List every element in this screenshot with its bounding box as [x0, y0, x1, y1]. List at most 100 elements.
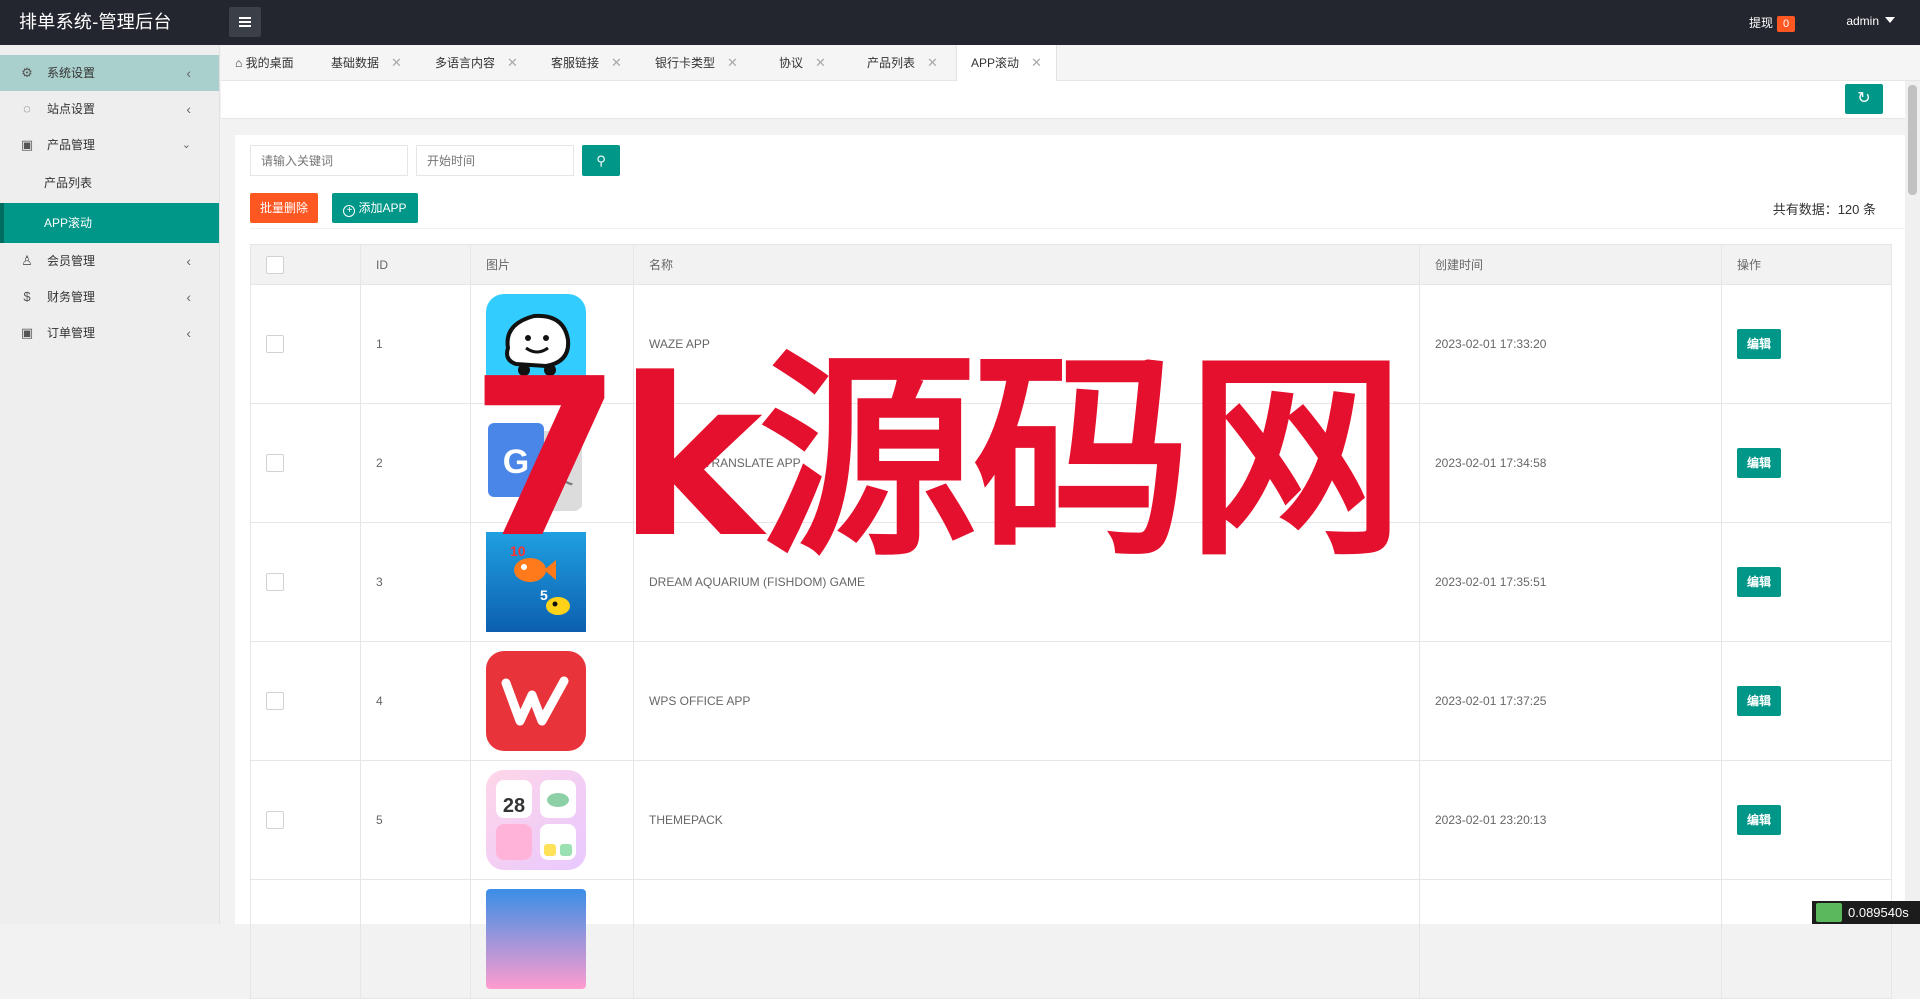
sidebar-item-label: 系统设置: [47, 66, 96, 80]
sidebar-item-finance-management[interactable]: $ 财务管理 ‹: [0, 279, 219, 315]
tab-product-list[interactable]: 产品列表 ✕: [867, 45, 938, 81]
close-icon[interactable]: ✕: [727, 55, 738, 70]
row-created: 2023-02-01 17:33:20: [1419, 284, 1722, 404]
row-checkbox[interactable]: [266, 692, 284, 710]
row-created: 2023-02-01 17:34:58: [1419, 403, 1722, 523]
debug-timer: 0.089540s: [1812, 901, 1920, 924]
sidebar-item-label: 会员管理: [47, 254, 96, 268]
home-icon: ⌂: [235, 56, 243, 70]
row-checkbox[interactable]: [266, 335, 284, 353]
tab-my-desktop[interactable]: ⌂ 我的桌面: [235, 45, 294, 81]
page-toolbar: ↻: [221, 81, 1905, 119]
row-checkbox[interactable]: [266, 573, 284, 591]
refresh-icon: ↻: [1857, 90, 1871, 107]
menu-toggle-button[interactable]: [229, 7, 261, 37]
edit-button[interactable]: 编辑: [1737, 686, 1781, 716]
edit-button[interactable]: 编辑: [1737, 805, 1781, 835]
table-row: 4 WPS OFFICE APP 2023-02-01 17:37:25 编辑: [250, 641, 1892, 761]
username: admin: [1846, 14, 1879, 28]
close-icon[interactable]: ✕: [507, 55, 518, 70]
row-checkbox[interactable]: [266, 454, 284, 472]
tab-label: 银行卡类型: [655, 56, 716, 70]
caret-down-icon: [1885, 17, 1895, 23]
svg-text:文: 文: [546, 457, 574, 490]
svg-text:10: 10: [510, 543, 526, 559]
sidebar-item-product-management[interactable]: ▣ 产品管理 ⌄: [0, 127, 219, 163]
row-id: 2: [360, 403, 471, 523]
sidebar-item-system-settings[interactable]: ⚙ 系统设置 ‹: [0, 55, 219, 91]
globe-icon: ◌: [23, 101, 31, 116]
row-name: GOOGLE TRANSLATE APP: [633, 403, 1420, 523]
select-all-checkbox[interactable]: [266, 255, 284, 274]
select-all-cell: [250, 244, 361, 285]
page-scrollbar[interactable]: [1905, 81, 1920, 924]
app-title: 排单系统-管理后台: [19, 12, 172, 32]
tab-app-scroll[interactable]: APP滚动 ✕: [956, 45, 1057, 82]
sidebar-item-label: 产品管理: [47, 138, 96, 152]
add-app-button[interactable]: + 添加APP: [332, 193, 418, 223]
table-row: [250, 879, 1892, 999]
row-name: DREAM AQUARIUM (FISHDOM) GAME: [633, 522, 1420, 642]
edit-button[interactable]: 编辑: [1737, 329, 1781, 359]
sidebar-item-member-management[interactable]: ♙ 会员管理 ‹: [0, 243, 219, 279]
tab-agreement[interactable]: 协议 ✕: [779, 45, 826, 81]
edit-button[interactable]: 编辑: [1737, 567, 1781, 597]
batch-delete-button[interactable]: 批量删除: [250, 193, 318, 223]
scrollbar-thumb[interactable]: [1908, 85, 1917, 195]
gear-icon: ⚙: [21, 65, 33, 80]
withdraw-link[interactable]: 提现 0: [1749, 14, 1795, 32]
tab-label: 产品列表: [867, 56, 916, 70]
sidebar: ⚙ 系统设置 ‹ ◌ 站点设置 ‹ ▣ 产品管理 ⌄ 产品列表 APP滚动 ♙ …: [0, 45, 220, 924]
user-menu[interactable]: admin: [1846, 14, 1895, 28]
chevron-left-icon: ‹: [186, 101, 191, 117]
start-time-input[interactable]: [416, 145, 574, 176]
withdraw-count-badge: 0: [1777, 15, 1795, 32]
themepack-app-icon: 28: [486, 770, 586, 870]
app-thumbnail: [486, 889, 586, 989]
table-row: 3 10 5 DREAM AQUARIUM (FISHDOM) GAME 202…: [250, 522, 1892, 642]
chevron-down-icon: ⌄: [181, 139, 191, 151]
chevron-left-icon: ‹: [186, 289, 191, 305]
user-icon: ♙: [21, 253, 33, 268]
timer-value: 0.089540s: [1848, 905, 1909, 920]
table-row: 5 28 THEMEPACK 2023-02-01 23:20:13 编辑: [250, 760, 1892, 880]
close-icon[interactable]: ✕: [391, 55, 402, 70]
tab-service-link[interactable]: 客服链接 ✕: [551, 45, 622, 81]
waze-app-icon: [486, 294, 586, 394]
close-icon[interactable]: ✕: [1031, 55, 1042, 70]
row-id: 1: [360, 284, 471, 404]
close-icon[interactable]: ✕: [611, 55, 622, 70]
total-count: 共有数据：120 条: [1772, 202, 1876, 217]
sidebar-item-app-scroll[interactable]: APP滚动: [0, 203, 219, 243]
tab-multilang-content[interactable]: 多语言内容 ✕: [435, 45, 518, 81]
sidebar-item-order-management[interactable]: ▣ 订单管理 ‹: [0, 315, 219, 351]
tab-bank-card-type[interactable]: 银行卡类型 ✕: [655, 45, 738, 81]
sidebar-item-product-list[interactable]: 产品列表: [0, 163, 219, 203]
sidebar-item-label: 订单管理: [47, 326, 96, 340]
search-icon: ⚲: [596, 153, 606, 168]
close-icon[interactable]: ✕: [815, 55, 826, 70]
dollar-icon: $: [23, 289, 31, 304]
add-app-label: 添加APP: [358, 201, 407, 215]
withdraw-label: 提现: [1748, 16, 1773, 30]
row-name: THEMEPACK: [633, 760, 1420, 880]
tab-label: APP滚动: [971, 56, 1020, 70]
row-created: 2023-02-01 17:37:25: [1419, 641, 1722, 761]
search-button[interactable]: ⚲: [582, 145, 620, 176]
row-created: 2023-02-01 23:20:13: [1419, 760, 1722, 880]
close-icon[interactable]: ✕: [927, 55, 938, 70]
fishdom-app-icon: 10 5: [486, 532, 586, 632]
row-checkbox[interactable]: [266, 811, 284, 829]
row-id: 4: [360, 641, 471, 761]
keyword-search-input[interactable]: [250, 145, 408, 176]
top-bar: 排单系统-管理后台 提现 0 admin: [0, 0, 1920, 45]
refresh-button[interactable]: ↻: [1845, 84, 1883, 114]
tab-label: 我的桌面: [245, 56, 294, 70]
sidebar-item-site-settings[interactable]: ◌ 站点设置 ‹: [0, 91, 219, 127]
plus-icon: +: [343, 205, 356, 217]
tab-basic-data[interactable]: 基础数据 ✕: [331, 45, 402, 81]
column-header-name: 名称: [633, 244, 1420, 285]
svg-text:G: G: [503, 443, 529, 481]
edit-button[interactable]: 编辑: [1737, 448, 1781, 478]
google-translate-app-icon: G 文: [486, 413, 586, 513]
